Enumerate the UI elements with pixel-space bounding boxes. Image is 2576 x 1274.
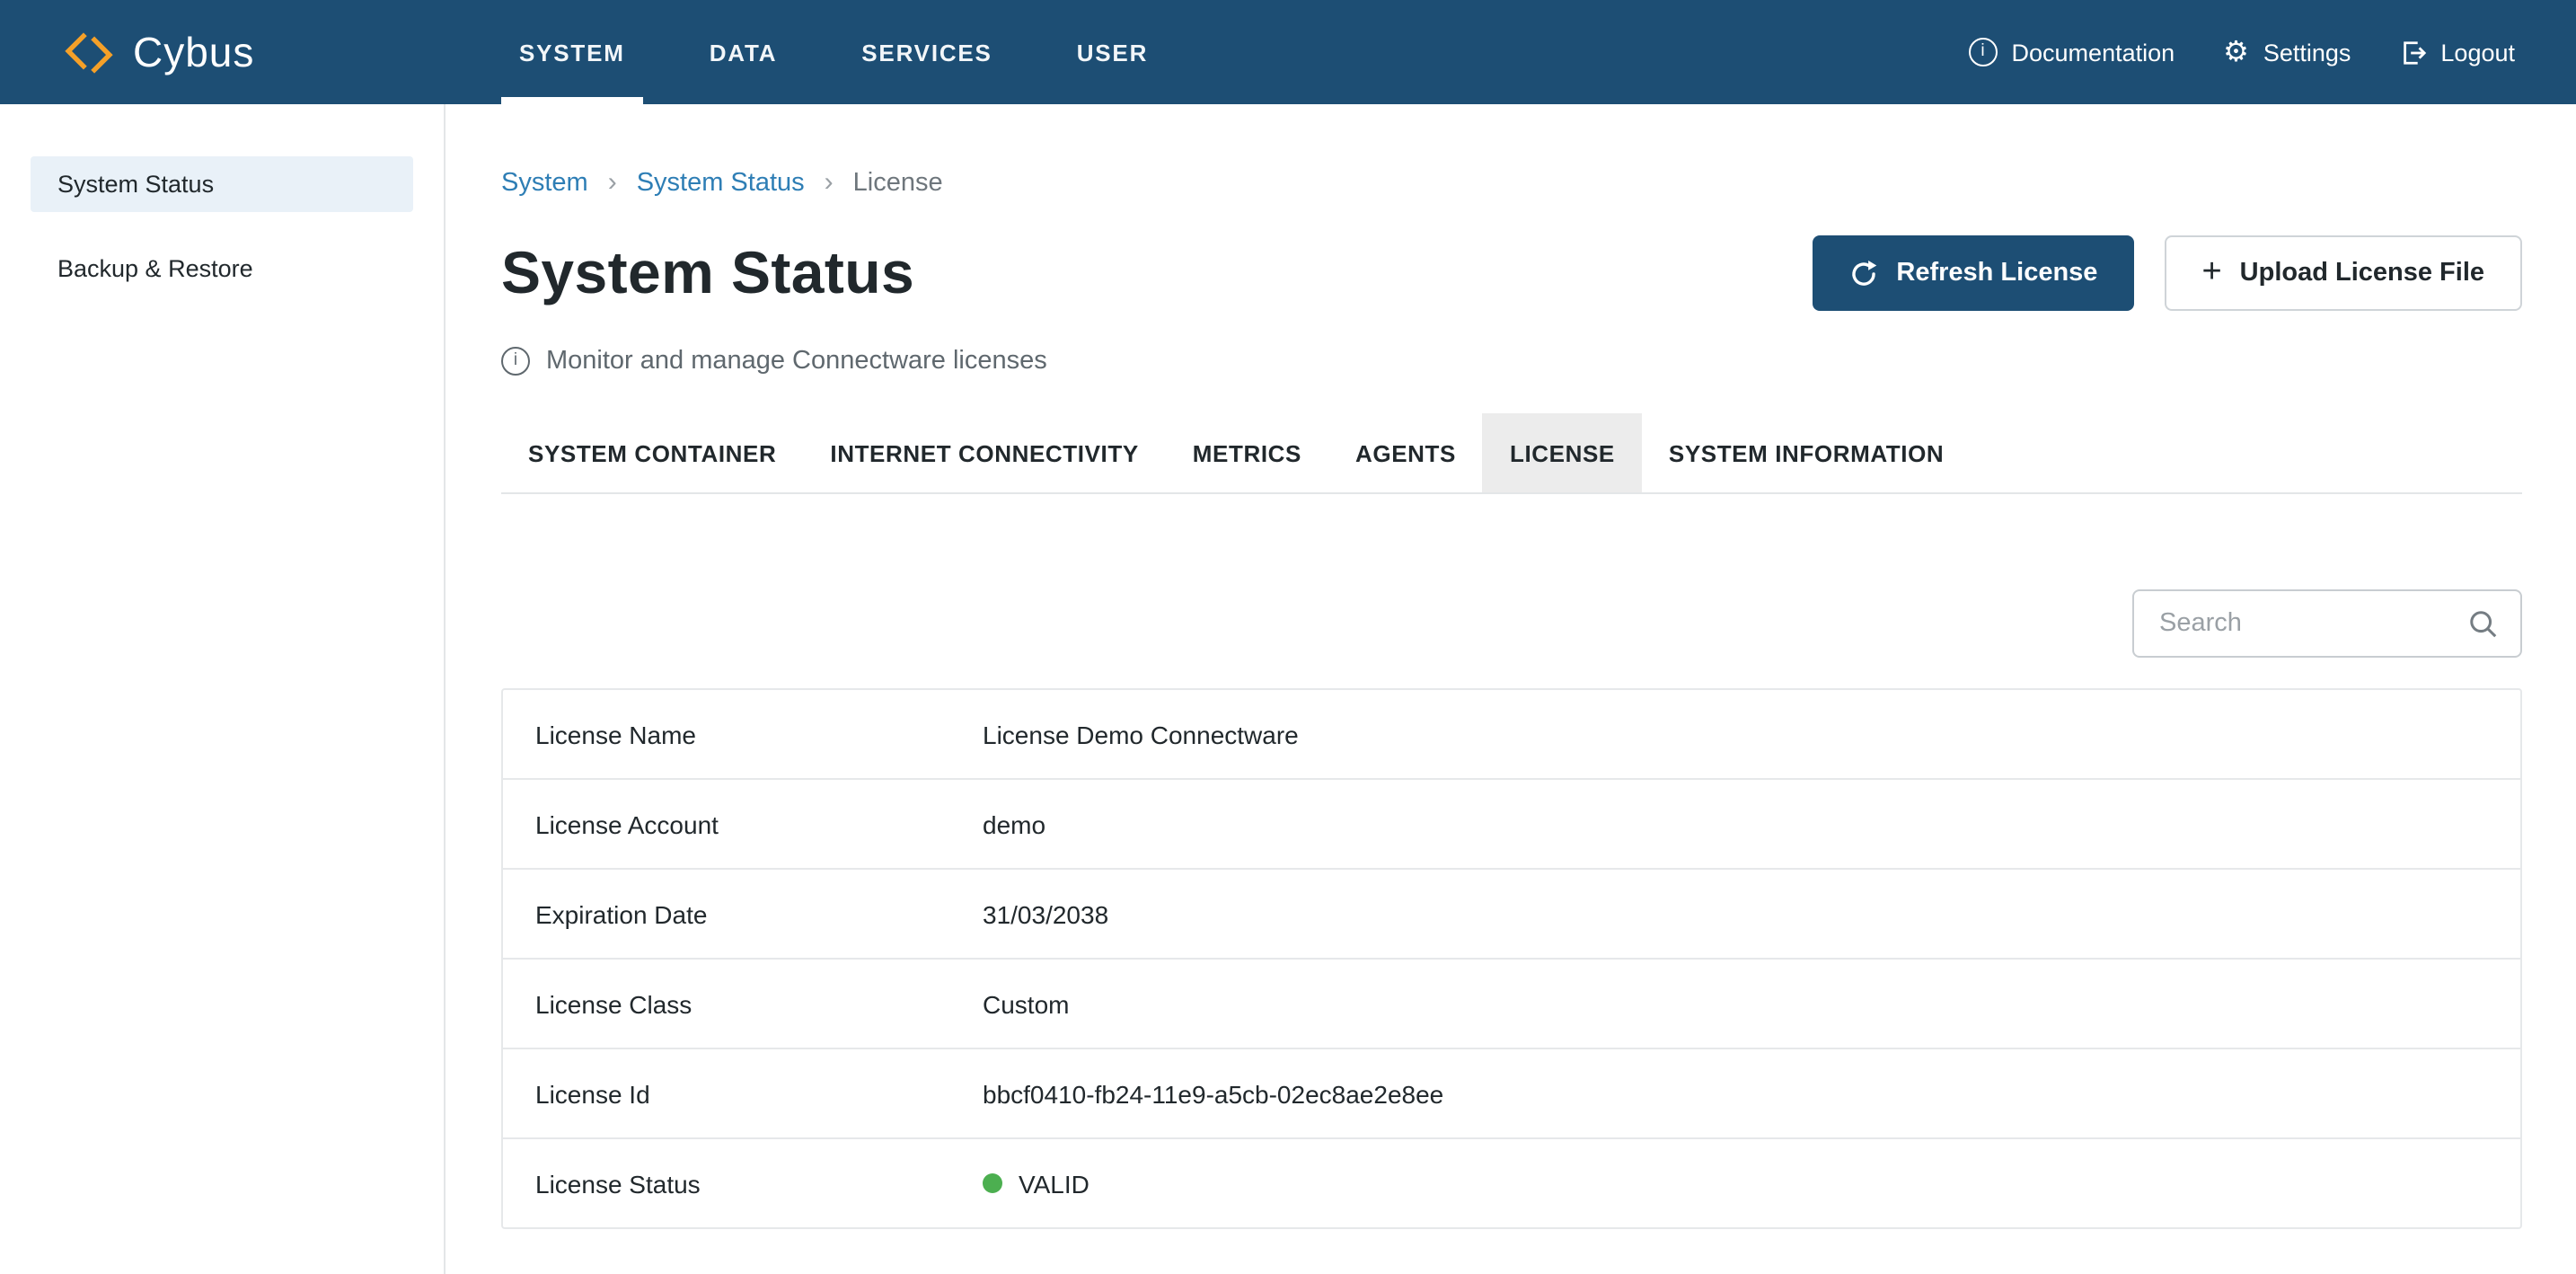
status-badge: VALID [1019,1169,1090,1198]
settings-link[interactable]: ⚙ Settings [2223,38,2351,66]
breadcrumb-link-system[interactable]: System [501,165,588,201]
nav-item-services[interactable]: SERVICES [843,0,1010,104]
primary-nav: SYSTEM DATA SERVICES USER [501,0,1214,104]
breadcrumb-current: License [853,165,943,201]
upload-license-label: Upload License File [2240,259,2484,288]
table-row: License Id bbcf0410-fb24-11e9-a5cb-02ec8… [503,1049,2520,1139]
table-cell-label: License Status [503,1169,983,1198]
table-cell-label: License Class [503,989,983,1018]
logout-link[interactable]: Logout [2399,39,2515,66]
main-content: System › System Status › License System … [446,104,2576,1274]
page-subtitle-text: Monitor and manage Connectware licenses [546,347,1047,376]
sidebar-item-label: System Status [57,171,214,198]
settings-label: Settings [2263,39,2351,66]
brand: Cybus [0,0,446,104]
table-cell-value: Custom [983,989,2520,1018]
documentation-label: Documentation [2012,39,2175,66]
sidebar-item-label: Backup & Restore [57,255,253,282]
search-icon [2468,608,2499,639]
nav-item-user[interactable]: USER [1059,0,1166,104]
page-subtitle: i Monitor and manage Connectware license… [501,343,2522,379]
status-dot [983,1173,1002,1193]
table-cell-value: demo [983,810,2520,838]
title-row: System Status Refresh License + Upload L… [501,234,2522,313]
tab-agents[interactable]: AGENTS [1328,413,1483,492]
page-title: System Status [501,239,914,307]
tab-metrics[interactable]: METRICS [1166,413,1328,492]
info-icon: i [501,347,530,376]
table-cell-value: VALID [983,1169,2520,1198]
gear-icon: ⚙ [2223,38,2249,66]
table-cell-label: License Account [503,810,983,838]
tab-license[interactable]: LICENSE [1483,413,1642,492]
refresh-icon [1848,258,1878,288]
logout-icon [2399,39,2426,66]
nav-item-data[interactable]: DATA [692,0,796,104]
breadcrumb: System › System Status › License [501,165,2522,201]
sidebar: System Status Backup & Restore [0,104,446,1274]
search-box [2132,589,2522,658]
refresh-license-label: Refresh License [1896,259,2097,288]
topbar-utilities: i Documentation ⚙ Settings Logout [1969,0,2576,104]
table-row: License Name License Demo Connectware [503,690,2520,780]
table-row: License Status VALID [503,1139,2520,1227]
table-row: Expiration Date 31/03/2038 [503,870,2520,960]
table-cell-value: bbcf0410-fb24-11e9-a5cb-02ec8ae2e8ee [983,1079,2520,1108]
logout-label: Logout [2440,39,2515,66]
search-row [501,589,2522,658]
nav-item-system[interactable]: SYSTEM [501,0,643,104]
search-input[interactable] [2156,607,2454,640]
table-cell-value: 31/03/2038 [983,899,2520,928]
chevron-right-icon: › [608,165,617,201]
table-row: License Class Custom [503,960,2520,1049]
sidebar-item-backup-restore[interactable]: Backup & Restore [31,241,413,296]
plus-icon: + [2201,254,2221,288]
brand-name: Cybus [133,28,254,76]
info-icon: i [1969,38,1998,66]
chevron-right-icon: › [825,165,834,201]
table-cell-label: License Id [503,1079,983,1108]
upload-license-file-button[interactable]: + Upload License File [2164,235,2522,311]
documentation-link[interactable]: i Documentation [1969,38,2175,66]
table-cell-value: License Demo Connectware [983,720,2520,748]
top-navbar: Cybus SYSTEM DATA SERVICES USER i Docume… [0,0,2576,104]
license-table: License Name License Demo Connectware Li… [501,688,2522,1229]
tab-system-container[interactable]: SYSTEM CONTAINER [501,413,803,492]
refresh-license-button[interactable]: Refresh License [1812,235,2133,311]
tab-internet-connectivity[interactable]: INTERNET CONNECTIVITY [803,413,1165,492]
tabs: SYSTEM CONTAINER INTERNET CONNECTIVITY M… [501,413,2522,494]
table-row: License Account demo [503,780,2520,870]
table-cell-label: License Name [503,720,983,748]
table-cell-label: Expiration Date [503,899,983,928]
breadcrumb-link-system-status[interactable]: System Status [637,165,805,201]
page-layout: System Status Backup & Restore System › … [0,104,2576,1274]
sidebar-item-system-status[interactable]: System Status [31,156,413,212]
app-window: Cybus SYSTEM DATA SERVICES USER i Docume… [0,0,2576,1274]
tab-system-information[interactable]: SYSTEM INFORMATION [1642,413,1971,492]
cybus-logo-icon [65,28,113,76]
page-actions: Refresh License + Upload License File [1812,235,2522,311]
